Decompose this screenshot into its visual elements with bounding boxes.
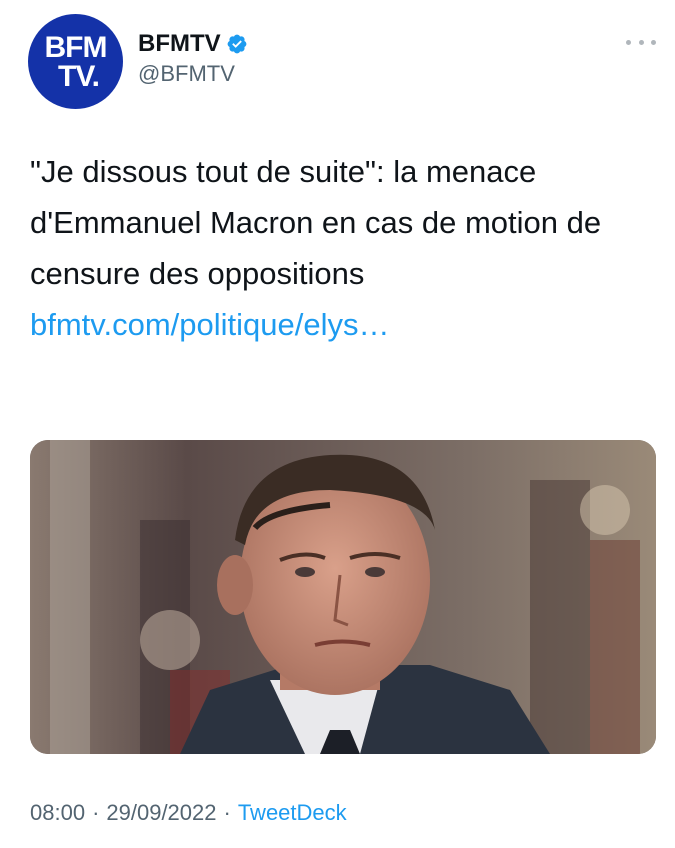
tweet-source[interactable]: TweetDeck bbox=[238, 800, 347, 826]
tweet-media-photo[interactable] bbox=[30, 440, 656, 754]
display-name-row: BFMTV bbox=[138, 30, 248, 58]
portrait-photo bbox=[30, 440, 656, 754]
avatar-logo-line1: BFM bbox=[44, 31, 108, 64]
account-names: BFMTV @BFMTV bbox=[138, 30, 248, 87]
tweet-date[interactable]: 29/09/2022 bbox=[106, 800, 216, 826]
tweet-header: BFM TV. BFMTV @BFMTV bbox=[28, 14, 660, 109]
verified-badge-icon bbox=[226, 33, 248, 55]
meta-separator: · bbox=[223, 800, 231, 825]
tweet-meta: 08:00 · 29/09/2022 · TweetDeck bbox=[30, 800, 347, 826]
avatar-logo-line2: TV. bbox=[58, 60, 100, 93]
tweet-text: "Je dissous tout de suite": la menace d'… bbox=[30, 146, 655, 350]
tweet-link[interactable]: bfmtv.com/politique/elys… bbox=[30, 307, 390, 342]
display-name[interactable]: BFMTV bbox=[138, 30, 221, 58]
avatar[interactable]: BFM TV. bbox=[28, 14, 123, 109]
tweet-body: "Je dissous tout de suite": la menace d'… bbox=[30, 154, 602, 291]
tweet-time[interactable]: 08:00 bbox=[30, 800, 85, 826]
more-options-icon[interactable] bbox=[626, 36, 656, 48]
handle[interactable]: @BFMTV bbox=[138, 61, 248, 87]
meta-separator: · bbox=[92, 800, 100, 825]
